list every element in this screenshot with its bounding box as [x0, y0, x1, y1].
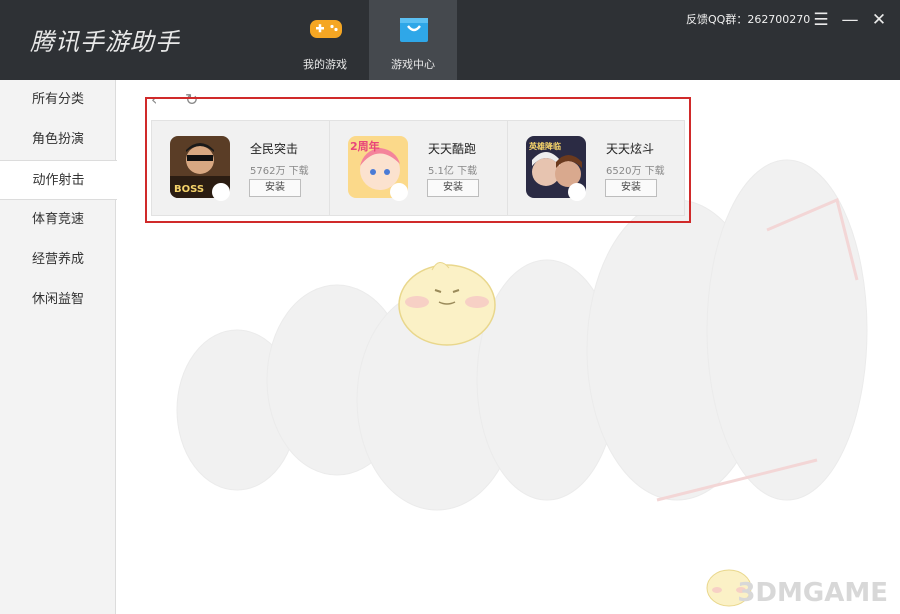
game-download-count: 6520万 下载 [606, 166, 665, 177]
sidebar-item-action-shooting[interactable]: 动作射击 [0, 160, 117, 200]
game-card-row: BOSS 全民突击 5762万 下载 安装 2周年 天天酷跑 5.1亿 下载 安… [151, 120, 685, 216]
game-name[interactable]: 天天酷跑 [428, 140, 476, 157]
feedback-qq-group[interactable]: 反馈QQ群：262700270 [686, 11, 810, 27]
game-download-count: 5.1亿 下载 [428, 166, 478, 177]
qq-game-badge-icon [568, 183, 586, 201]
sidebar-item-casual-puzzle[interactable]: 休闲益智 [0, 280, 116, 320]
minimize-button[interactable]: — [838, 8, 862, 32]
install-button[interactable]: 安装 [427, 179, 479, 197]
close-button[interactable]: ✕ [867, 8, 891, 32]
menu-icon[interactable]: ☰ [809, 8, 833, 32]
game-card[interactable]: 2周年 天天酷跑 5.1亿 下载 安装 [330, 121, 508, 215]
sidebar-item-sports-racing[interactable]: 体育竞速 [0, 200, 116, 240]
game-card[interactable]: 英雄降临 天天炫斗 6520万 下载 安装 [508, 121, 686, 215]
category-sidebar: 所有分类 角色扮演 动作射击 体育竞速 经营养成 休闲益智 [0, 80, 117, 614]
shopping-bag-icon [400, 18, 428, 42]
install-button[interactable]: 安装 [605, 179, 657, 197]
sidebar-item-role-playing[interactable]: 角色扮演 [0, 120, 116, 160]
game-name[interactable]: 天天炫斗 [606, 140, 654, 157]
sidebar-item-management[interactable]: 经营养成 [0, 240, 116, 280]
game-name[interactable]: 全民突击 [250, 140, 298, 157]
title-bar: 腾讯手游助手 我的游戏 游戏中心 反馈QQ群：262700270 ☰ — ✕ [0, 0, 900, 80]
app-title: 腾讯手游助手 [30, 28, 180, 56]
game-icon-badge: 英雄降临 [528, 141, 561, 151]
tab-my-games-label: 我的游戏 [303, 58, 347, 71]
install-button[interactable]: 安装 [249, 179, 301, 197]
qq-game-badge-icon [390, 183, 408, 201]
qq-game-badge-icon [212, 183, 230, 201]
tab-my-games[interactable]: 我的游戏 [281, 0, 369, 80]
game-icon-badge: BOSS [174, 184, 204, 195]
gamepad-icon [310, 20, 342, 38]
tab-game-center[interactable]: 游戏中心 [369, 0, 457, 80]
game-download-count: 5762万 下载 [250, 166, 309, 177]
content-area: ‹ ↻ BOSS 全民突击 5762万 下载 安装 2周年 天天酷跑 5.1亿 … [117, 80, 900, 614]
mascot-illustration [398, 262, 496, 346]
sidebar-header-all-categories[interactable]: 所有分类 [0, 80, 116, 120]
game-card[interactable]: BOSS 全民突击 5762万 下载 安装 [152, 121, 330, 215]
watermark-text: 3DMGAME [737, 578, 888, 608]
tab-game-center-label: 游戏中心 [391, 58, 435, 71]
game-icon-badge: 2周年 [350, 139, 380, 153]
